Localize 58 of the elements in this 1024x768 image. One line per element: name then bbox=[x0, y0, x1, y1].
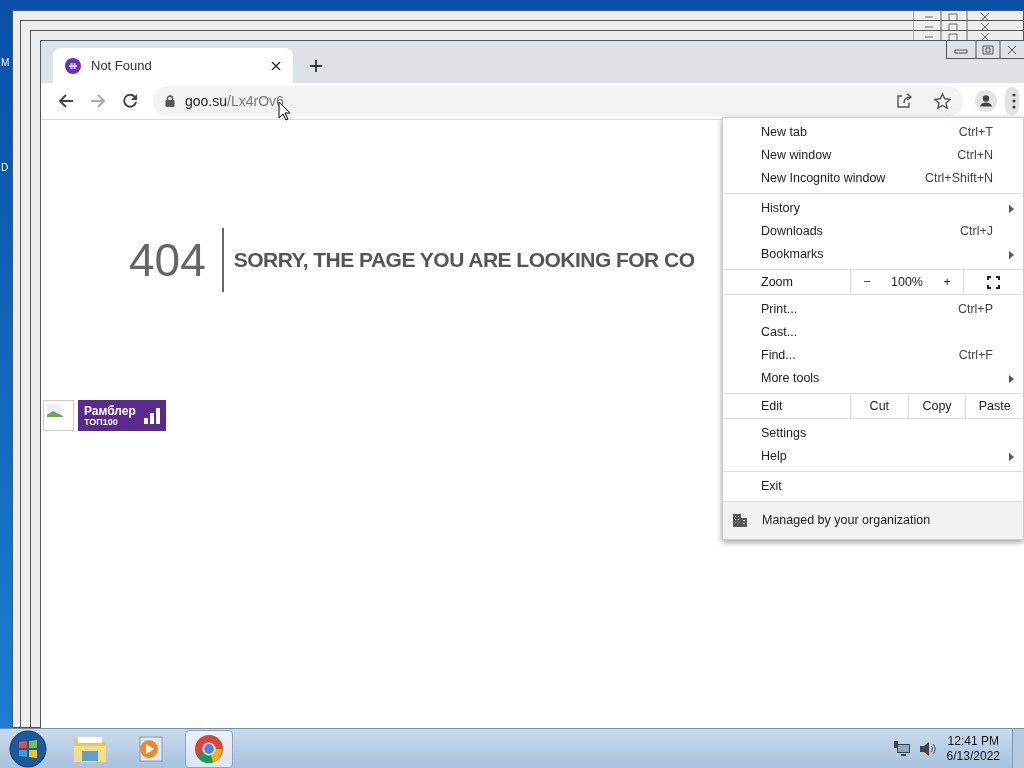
fullscreen-icon[interactable] bbox=[987, 275, 1000, 289]
menu-item[interactable]: New tab Ctrl+T bbox=[723, 121, 1023, 144]
reload-icon[interactable] bbox=[121, 92, 139, 110]
zoom-out-button[interactable]: − bbox=[859, 272, 875, 292]
rambler-badge[interactable]: Рамблер ТОП100 bbox=[78, 400, 166, 431]
network-icon[interactable] bbox=[892, 740, 911, 757]
edit-button[interactable]: Paste bbox=[965, 394, 1023, 418]
badge-subtitle: ТОП100 bbox=[84, 417, 118, 427]
error-message: SORRY, THE PAGE YOU ARE LOOKING FOR CO bbox=[233, 247, 695, 274]
menu-item[interactable]: Print... Ctrl+P bbox=[723, 298, 1023, 321]
menu-item[interactable]: Bookmarks bbox=[723, 243, 1023, 266]
zoom-in-button[interactable]: + bbox=[939, 272, 955, 292]
desktop-icon-label[interactable]: D bbox=[1, 163, 9, 173]
menu-item[interactable]: Find... Ctrl+F bbox=[723, 344, 1023, 367]
badge-title: Рамблер bbox=[84, 404, 137, 417]
star-icon[interactable] bbox=[934, 92, 951, 110]
chrome-taskbar-button[interactable] bbox=[185, 729, 233, 768]
menu-item[interactable]: Downloads Ctrl+J bbox=[723, 220, 1023, 243]
menu-item[interactable]: New Incognito window Ctrl+Shift+N bbox=[723, 167, 1023, 190]
close-icon[interactable] bbox=[271, 60, 281, 71]
window-buttons-drawing[interactable] bbox=[946, 41, 1024, 59]
desktop-icon-label[interactable]: M bbox=[1, 58, 10, 68]
zoom-level: 100% bbox=[891, 273, 923, 291]
menu-icon[interactable] bbox=[1005, 87, 1019, 115]
chrome-icon bbox=[194, 733, 224, 764]
building-icon bbox=[733, 514, 747, 527]
edit-label: Edit bbox=[760, 397, 784, 415]
zoom-label: Zoom bbox=[760, 273, 794, 291]
edit-button[interactable]: Cut bbox=[850, 394, 908, 418]
menu-item[interactable]: More tools bbox=[723, 367, 1023, 390]
start-button[interactable] bbox=[8, 729, 48, 768]
edit-button[interactable]: Copy bbox=[907, 394, 966, 418]
menu-item[interactable]: Settings bbox=[723, 422, 1023, 445]
share-icon[interactable] bbox=[896, 93, 912, 109]
back-icon[interactable] bbox=[57, 92, 75, 110]
url-text: goo.su/Lx4rOv6 bbox=[185, 91, 284, 111]
error-code: 404 bbox=[129, 237, 206, 283]
lock-icon bbox=[165, 95, 175, 107]
volume-icon[interactable] bbox=[918, 740, 937, 757]
menu-item[interactable]: Exit bbox=[723, 475, 1023, 498]
browser-tab[interactable]: Not Found bbox=[53, 48, 293, 83]
address-bar[interactable]: goo.su/Lx4rOv6 bbox=[153, 86, 963, 116]
menu-item[interactable]: Cast... bbox=[723, 321, 1023, 344]
profile-icon[interactable] bbox=[975, 90, 997, 112]
plus-icon[interactable] bbox=[309, 59, 323, 73]
bar-chart-icon bbox=[144, 407, 160, 424]
clock-date: 6/13/2022 bbox=[946, 748, 1000, 764]
submenu-arrow-icon bbox=[1009, 452, 1014, 461]
broken-image-icon bbox=[43, 400, 74, 431]
clock-time: 12:41 PM bbox=[947, 733, 999, 749]
submenu-arrow-icon bbox=[1009, 204, 1014, 213]
menu-item[interactable]: Help bbox=[723, 445, 1023, 468]
tab-title: Not Found bbox=[91, 56, 153, 75]
menu-item[interactable]: History bbox=[723, 197, 1023, 220]
menu-item[interactable]: New window Ctrl+N bbox=[723, 144, 1023, 167]
submenu-arrow-icon bbox=[1009, 374, 1014, 383]
link-icon bbox=[65, 57, 81, 74]
submenu-arrow-icon bbox=[1009, 250, 1014, 259]
